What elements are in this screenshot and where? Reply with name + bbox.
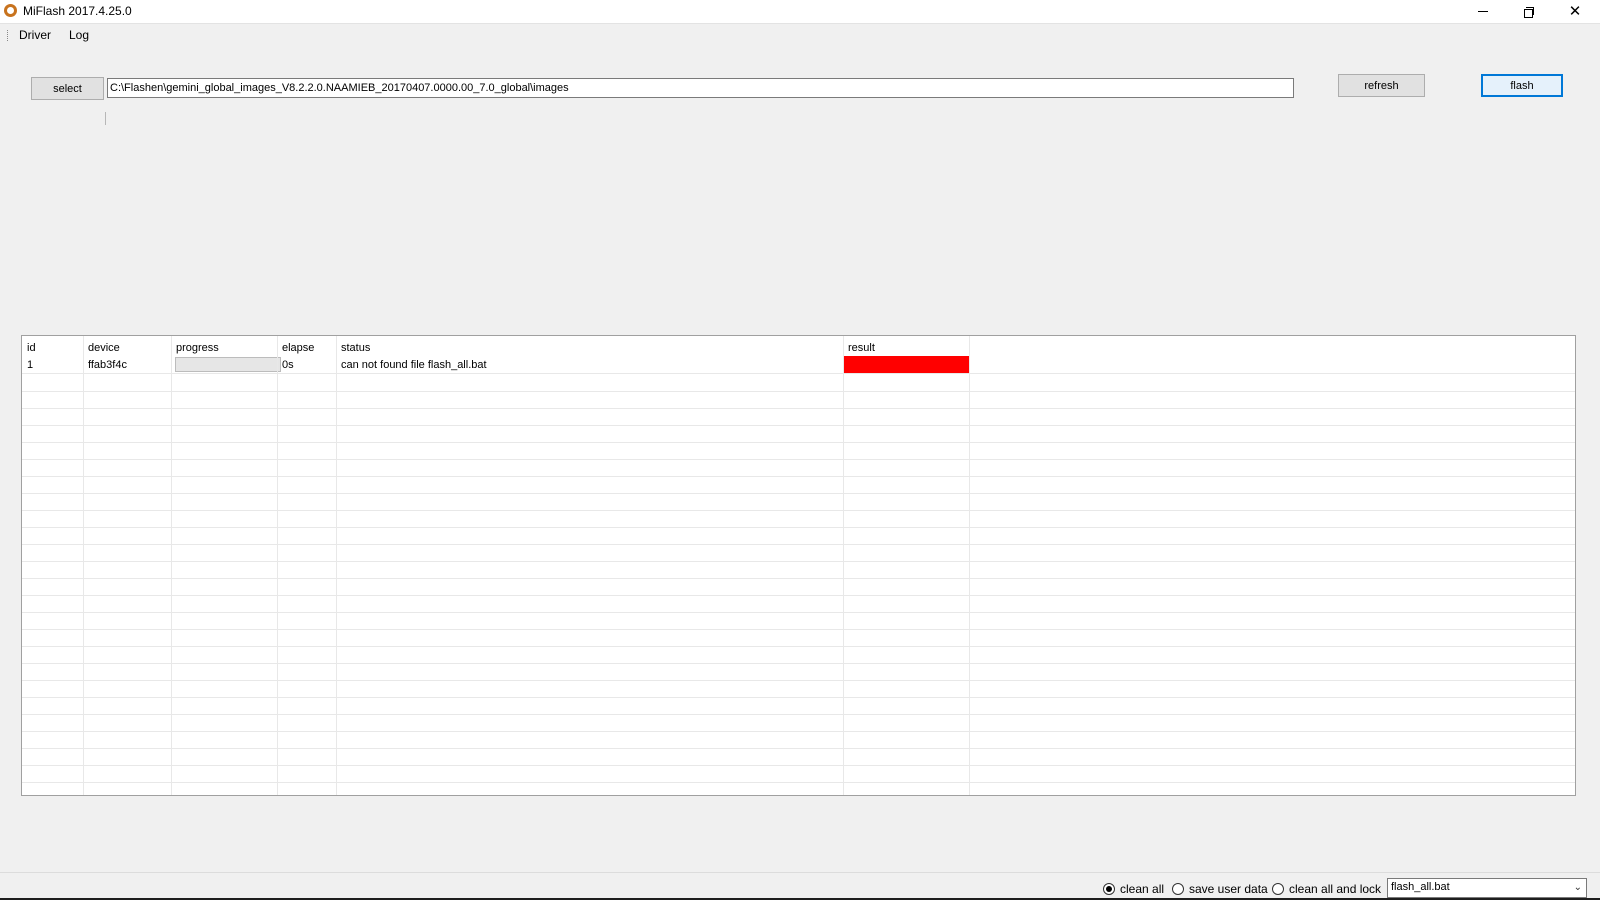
empty-row [22,374,1575,392]
radio-unchecked-icon[interactable] [1172,883,1184,895]
image-path-input[interactable] [107,78,1294,98]
script-select-value: flash_all.bat [1391,881,1450,893]
column-header-result[interactable]: result [843,336,969,356]
column-divider [83,336,84,795]
column-header-progress[interactable]: progress [171,336,277,356]
cell-status: can not found file flash_all.bat [341,359,487,371]
column-divider [969,336,970,795]
empty-row [22,680,1575,698]
radio-label-save-user-data: save user data [1189,882,1268,896]
column-header-status[interactable]: status [336,336,843,356]
empty-row [22,663,1575,681]
radio-checked-icon[interactable] [1103,883,1115,895]
minimize-button[interactable] [1460,0,1506,23]
column-header-id[interactable]: id [22,336,83,356]
chevron-down-icon[interactable]: ⌄ [1574,882,1582,893]
close-button[interactable]: ✕ [1552,0,1598,23]
empty-row [22,782,1575,795]
radio-label-clean-all-and-lock: clean all and lock [1289,882,1382,896]
column-divider [277,336,278,795]
empty-row [22,595,1575,613]
empty-row [22,493,1575,511]
column-divider [843,336,844,795]
device-grid[interactable]: id device progress elapse status result … [21,335,1576,796]
refresh-button[interactable]: refresh [1338,74,1425,97]
flash-button[interactable]: flash [1481,74,1563,97]
splitter-line [105,112,106,125]
radio-unchecked-icon[interactable] [1272,883,1284,895]
script-select[interactable]: flash_all.bat ⌄ [1387,878,1587,898]
empty-row [22,748,1575,766]
column-divider [336,336,337,795]
empty-row [22,425,1575,443]
menu-item-driver[interactable]: Driver [19,28,51,42]
empty-row [22,561,1575,579]
cell-device: ffab3f4c [88,359,127,371]
restore-button[interactable] [1506,0,1552,23]
column-header-device[interactable]: device [83,336,171,356]
close-icon: ✕ [1568,2,1582,20]
empty-row [22,544,1575,562]
column-header-elapse[interactable]: elapse [277,336,336,356]
empty-row [22,731,1575,749]
empty-row [22,459,1575,477]
radio-label-clean-all: clean all [1120,882,1165,896]
empty-row [22,697,1575,715]
menu-bar: Driver Log [0,23,1600,46]
empty-row [22,714,1575,732]
empty-row [22,510,1575,528]
radio-clean-all-and-lock[interactable]: clean all and lock [1272,880,1381,898]
window-title: MiFlash 2017.4.25.0 [23,4,132,18]
empty-row [22,578,1575,596]
cell-id: 1 [27,359,34,371]
empty-row [22,476,1575,494]
empty-row [22,629,1575,647]
restore-icon [1524,7,1534,18]
empty-row [22,765,1575,783]
miflash-app-icon [4,4,17,17]
cell-result-error: error [843,356,969,373]
minimize-icon [1478,11,1488,12]
grid-header-row: id device progress elapse status result [22,336,1575,356]
table-row[interactable]: 1 ffab3f4c 0s can not found file flash_a… [22,356,1575,374]
empty-row [22,527,1575,545]
empty-row [22,391,1575,409]
empty-row [22,442,1575,460]
title-bar: MiFlash 2017.4.25.0 ✕ [0,0,1600,23]
menu-grip-icon [7,30,9,41]
column-divider [171,336,172,795]
status-separator [0,872,1600,873]
empty-row [22,408,1575,426]
empty-row [22,612,1575,630]
radio-save-user-data[interactable]: save user data [1172,880,1268,898]
radio-clean-all[interactable]: clean all [1103,880,1164,898]
select-button[interactable]: select [31,77,104,100]
cell-elapse: 0s [282,359,294,371]
menu-item-log[interactable]: Log [69,28,89,42]
progress-bar [175,357,281,372]
empty-row [22,646,1575,664]
